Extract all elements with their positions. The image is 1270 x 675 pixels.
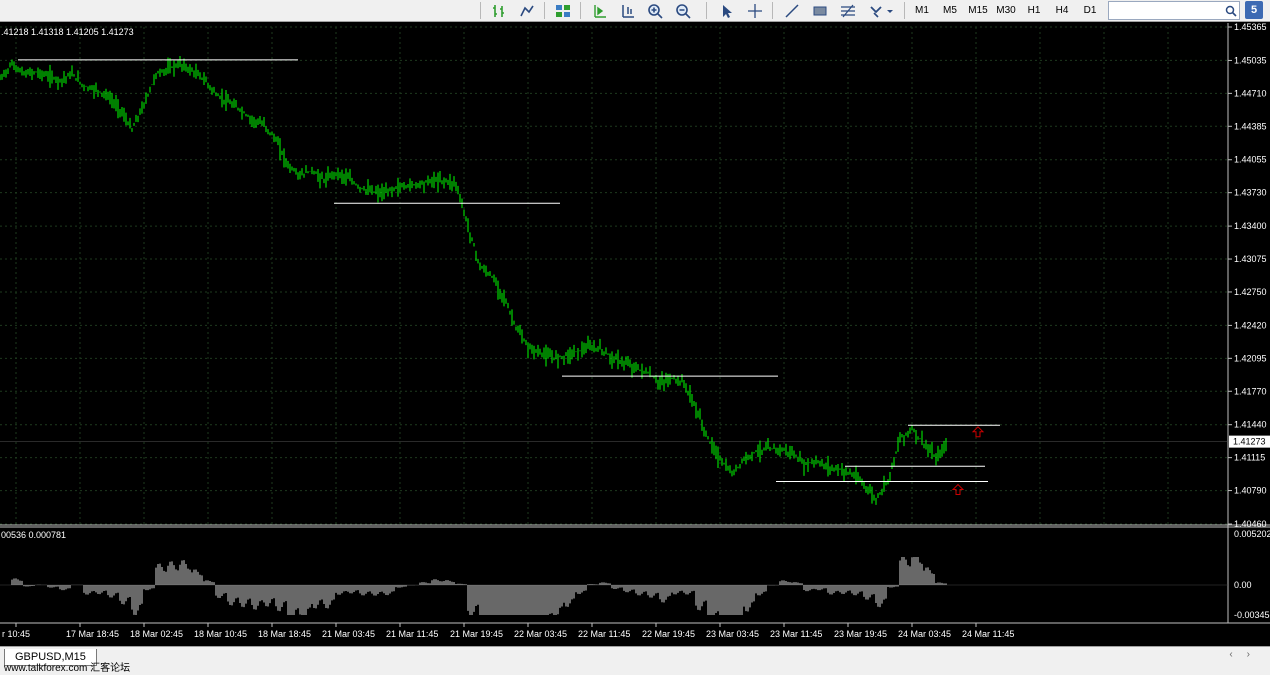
rectangle-icon[interactable] xyxy=(809,1,831,20)
time-tick-label: 21 Mar 03:45 xyxy=(322,629,375,639)
price-tick-label: 1.43730 xyxy=(1234,188,1267,198)
toolbar-separator xyxy=(772,2,773,19)
arrow-up-icon xyxy=(951,483,965,496)
toolbar-separator xyxy=(904,2,905,19)
current-price-label: 1.41273 xyxy=(1233,437,1266,447)
indicator-tick-label: 0.00 xyxy=(1234,580,1252,590)
toolbar-separator xyxy=(706,2,707,19)
indicator-tick-label: -0.003458 xyxy=(1234,610,1270,620)
price-tick-label: 1.42095 xyxy=(1234,353,1267,363)
ohlc-readout: .41218 1.41318 1.41205 1.41273 xyxy=(1,27,134,37)
price-tick-label: 1.41770 xyxy=(1234,386,1267,396)
notifications-badge[interactable]: 5 xyxy=(1245,1,1263,19)
time-axis: r 10:45 17 Mar 18:45 18 Mar 02:45 18 Mar 10… xyxy=(2,623,1014,639)
timeframe-m1-button[interactable]: M1 xyxy=(910,1,934,20)
search-input[interactable] xyxy=(1108,1,1240,20)
time-tick-label: 22 Mar 03:45 xyxy=(514,629,567,639)
time-tick-label: 18 Mar 18:45 xyxy=(258,629,311,639)
bar-chart-icon[interactable] xyxy=(488,1,510,20)
timeframe-m15-button[interactable]: M15 xyxy=(966,1,990,20)
time-tick-label: r 10:45 xyxy=(2,629,30,639)
time-tick-label: 24 Mar 03:45 xyxy=(898,629,951,639)
crosshair-icon[interactable] xyxy=(744,1,766,20)
tile-windows-icon[interactable] xyxy=(552,1,574,20)
oscillator-histogram xyxy=(0,557,1228,615)
chart-tabs-bar: GBPUSD,M15 www.talkforex.com 汇客论坛 ‹› xyxy=(0,646,1270,675)
indicator-tick-label: 0.005202 xyxy=(1234,529,1270,539)
horizontal-lines xyxy=(18,59,1000,482)
price-tick-label: 1.41440 xyxy=(1234,420,1267,430)
price-tick-label: 1.43400 xyxy=(1234,221,1267,231)
timeframe-h1-button[interactable]: H1 xyxy=(1022,1,1046,20)
time-tick-label: 23 Mar 11:45 xyxy=(770,629,822,639)
auto-scroll-icon[interactable] xyxy=(617,1,639,20)
timeframe-m30-button[interactable]: M30 xyxy=(994,1,1018,20)
timeframe-h4-button[interactable]: H4 xyxy=(1050,1,1074,20)
chart-window[interactable]: 1.45365 1.45035 1.44710 1.44385 1.44055 1.437… xyxy=(0,22,1270,645)
time-tick-label: 22 Mar 11:45 xyxy=(578,629,630,639)
time-tick-label: 23 Mar 03:45 xyxy=(706,629,759,639)
cursor-icon[interactable] xyxy=(716,1,738,20)
arrow-markers xyxy=(951,426,985,496)
trendline-icon[interactable] xyxy=(781,1,803,20)
price-tick-label: 1.44710 xyxy=(1234,88,1267,98)
shift-chart-icon[interactable] xyxy=(589,1,611,20)
chart-grid xyxy=(0,23,1270,624)
time-tick-label: 23 Mar 19:45 xyxy=(834,629,887,639)
price-tick-label: 1.40790 xyxy=(1234,486,1267,496)
price-tick-label: 1.45035 xyxy=(1234,55,1267,65)
fibonacci-icon[interactable] xyxy=(837,1,859,20)
candlestick-chart-icon[interactable] xyxy=(516,1,538,20)
watermark-text: www.talkforex.com 汇客论坛 xyxy=(4,663,131,674)
price-bars xyxy=(0,56,947,505)
time-tick-label: 21 Mar 11:45 xyxy=(386,629,438,639)
price-tick-label: 1.40460 xyxy=(1234,519,1267,529)
arrows-dropdown-icon[interactable] xyxy=(866,1,896,20)
toolbar-separator xyxy=(480,2,481,19)
price-tick-label: 1.45365 xyxy=(1234,23,1267,32)
price-tick-label: 1.42750 xyxy=(1234,287,1267,297)
toolbar-separator xyxy=(544,2,545,19)
time-tick-label: 18 Mar 10:45 xyxy=(194,629,247,639)
price-axis: 1.45365 1.45035 1.44710 1.44385 1.44055 1.437… xyxy=(1228,22,1270,620)
price-tick-label: 1.43075 xyxy=(1234,254,1267,264)
time-tick-label: 17 Mar 18:45 xyxy=(66,629,119,639)
timeframe-m5-button[interactable]: M5 xyxy=(938,1,962,20)
toolbar-separator xyxy=(580,2,581,19)
zoom-in-icon[interactable] xyxy=(644,1,666,20)
price-tick-label: 1.44055 xyxy=(1234,155,1267,165)
price-tick-label: 1.42420 xyxy=(1234,320,1267,330)
time-tick-label: 18 Mar 02:45 xyxy=(130,629,183,639)
zoom-out-icon[interactable] xyxy=(672,1,694,20)
time-tick-label: 21 Mar 19:45 xyxy=(450,629,503,639)
time-tick-label: 24 Mar 11:45 xyxy=(962,629,1014,639)
indicator-readout: 00536 0.000781 xyxy=(1,530,67,540)
timeframe-d1-button[interactable]: D1 xyxy=(1078,1,1102,20)
price-chart[interactable]: 1.45365 1.45035 1.44710 1.44385 1.44055 1.437… xyxy=(0,22,1270,645)
price-tick-label: 1.44385 xyxy=(1234,121,1267,131)
price-tick-label: 1.41115 xyxy=(1234,453,1265,463)
tab-scroll-arrows[interactable]: ‹› xyxy=(1229,649,1264,660)
time-tick-label: 22 Mar 19:45 xyxy=(642,629,695,639)
search-icon[interactable] xyxy=(1224,1,1238,20)
arrow-up-icon xyxy=(971,426,985,438)
toolbar: M1 M5 M15 M30 H1 H4 D1 5 xyxy=(0,0,1270,22)
